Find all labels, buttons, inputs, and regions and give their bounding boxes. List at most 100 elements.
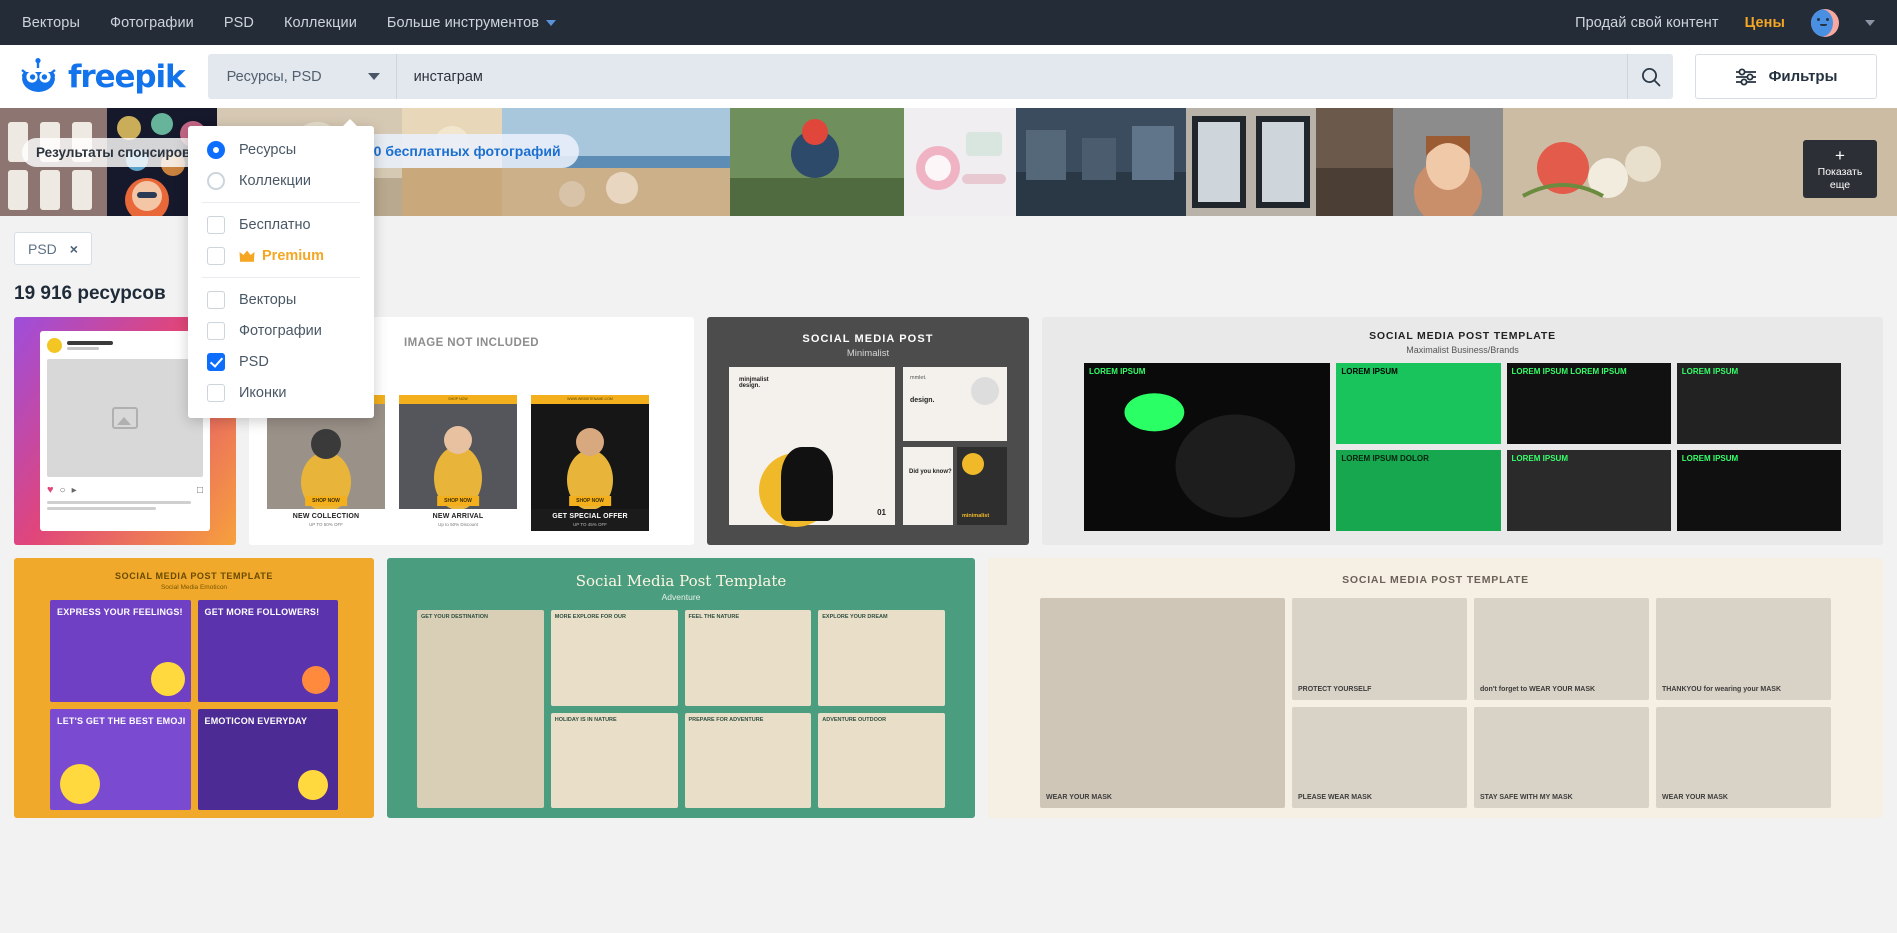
cell-label: STAY SAFE WITH MY MASK bbox=[1480, 794, 1573, 802]
chevron-down-icon bbox=[546, 19, 557, 26]
dropdown-option-premium[interactable]: Premium bbox=[188, 240, 374, 271]
card-title: SOCIAL MEDIA POST TEMPLATE bbox=[1342, 574, 1529, 586]
cell-label: don't forget to WEAR YOUR MASK bbox=[1480, 685, 1596, 693]
show-more-label-line2: еще bbox=[1829, 179, 1851, 191]
sponsored-thumb[interactable] bbox=[1503, 108, 1703, 216]
cell-label: HOLIDAY IS IN NATURE bbox=[554, 716, 617, 723]
grid-cell: THANKYOU for wearing your MASK bbox=[1656, 598, 1831, 700]
grid-cell: LOREM IPSUM DOLOR bbox=[1336, 450, 1501, 531]
nav-item-more-tools[interactable]: Больше инструментов bbox=[386, 14, 557, 31]
results-count: 19 916 ресурсов bbox=[14, 283, 166, 304]
grid-cell: LOREM IPSUM bbox=[1676, 450, 1841, 531]
sponsored-thumb[interactable] bbox=[1393, 108, 1503, 216]
grid-cell: LOREM IPSUM bbox=[1336, 363, 1501, 444]
grid-cell: EXPRESS YOUR FEELINGS! bbox=[50, 600, 191, 702]
sell-content-link[interactable]: Продай свой контент bbox=[1575, 15, 1719, 31]
dropdown-option-psd[interactable]: PSD bbox=[188, 346, 374, 377]
dropdown-option-vectors[interactable]: Векторы bbox=[188, 284, 374, 315]
plus-icon: + bbox=[1835, 145, 1845, 165]
sponsored-thumb[interactable] bbox=[904, 108, 1016, 216]
dropdown-option-label: PSD bbox=[239, 353, 269, 370]
close-icon[interactable]: × bbox=[70, 241, 78, 257]
sheet-number: 01 bbox=[877, 508, 886, 517]
cell-label: GET MORE FOLLOWERS! bbox=[204, 607, 320, 617]
cell-label: FEEL THE NATURE bbox=[688, 614, 740, 620]
nav-item-photos[interactable]: Фотографии bbox=[110, 15, 194, 31]
checkbox-icon[interactable] bbox=[207, 383, 225, 402]
item-subtitle: UP TO 50% OFF bbox=[308, 522, 343, 527]
dropdown-option-photos[interactable]: Фотографии bbox=[188, 315, 374, 346]
item-button: SHOP NOW bbox=[569, 496, 611, 506]
grid-cell: PROTECT YOURSELF bbox=[1292, 598, 1467, 700]
category-select-value: Ресурсы, PSD bbox=[226, 68, 322, 85]
nav-item-psd[interactable]: PSD bbox=[224, 15, 254, 31]
result-card-minimalist[interactable]: SOCIAL MEDIA POST Minimalist minjmalist … bbox=[707, 317, 1029, 545]
top-nav-left-links: Векторы Фотографии PSD Коллекции Больше … bbox=[22, 14, 557, 31]
item-title: GET SPECIAL OFFER bbox=[552, 513, 628, 520]
search-input[interactable] bbox=[413, 68, 1627, 85]
sponsored-thumb[interactable] bbox=[730, 108, 904, 216]
radio-icon[interactable] bbox=[207, 140, 225, 159]
checkbox-icon[interactable] bbox=[207, 246, 225, 265]
filter-chip-psd[interactable]: PSD × bbox=[14, 232, 92, 265]
search-submit-button[interactable] bbox=[1627, 54, 1673, 99]
grid-cell: WEAR YOUR MASK bbox=[1656, 706, 1831, 808]
radio-icon[interactable] bbox=[207, 171, 225, 190]
freepik-logo[interactable]: freepik bbox=[18, 57, 186, 96]
cell-label: LOREM IPSUM bbox=[1341, 367, 1398, 376]
card-title: SOCIAL MEDIA POST TEMPLATE bbox=[1369, 330, 1556, 342]
item-footer: GET SPECIAL OFFER UP TO 45% OFF bbox=[531, 509, 649, 531]
item-button: SHOP NOW bbox=[437, 496, 479, 506]
freepik-wordmark: freepik bbox=[68, 58, 186, 95]
nav-item-label: Больше инструментов bbox=[386, 14, 540, 31]
result-card-maximalist[interactable]: SOCIAL MEDIA POST TEMPLATE Maximalist Bu… bbox=[1042, 317, 1883, 545]
grid-cell: GET MORE FOLLOWERS! bbox=[197, 600, 338, 702]
nav-item-collections[interactable]: Коллекции bbox=[284, 15, 357, 31]
filters-button[interactable]: Фильтры bbox=[1695, 54, 1877, 99]
dropdown-option-icons[interactable]: Иконки bbox=[188, 377, 374, 408]
mockup-header bbox=[47, 338, 203, 353]
sheet-label-2: design. bbox=[739, 383, 761, 389]
grid-cell: HOLIDAY IS IN NATURE bbox=[550, 712, 678, 808]
search-category-dropdown: Ресурсы Коллекции Бесплатно Premium Вект… bbox=[188, 119, 374, 418]
dropdown-option-free[interactable]: Бесплатно bbox=[188, 209, 374, 240]
grid-cell: PREPARE FOR ADVENTURE bbox=[684, 712, 812, 808]
sponsored-thumb[interactable] bbox=[1186, 108, 1316, 216]
card-title: Social Media Post Template bbox=[575, 572, 787, 590]
result-card-adventure[interactable]: Social Media Post Template Adventure GET… bbox=[387, 558, 975, 818]
show-more-button[interactable]: + Показать еще bbox=[1803, 140, 1877, 198]
show-more-label-line1: Показать bbox=[1817, 165, 1863, 178]
cell-label: LOREM IPSUM bbox=[1511, 454, 1568, 463]
search-input-container bbox=[395, 54, 1627, 99]
checkbox-icon[interactable] bbox=[207, 352, 225, 371]
card-grid: LOREM IPSUM LOREM IPSUM LOREM IPSUM LORE… bbox=[1084, 363, 1841, 531]
divider bbox=[202, 202, 360, 203]
divider bbox=[202, 277, 360, 278]
cell-label: MORE EXPLORE FOR OUR bbox=[554, 614, 626, 620]
dropdown-option-resources[interactable]: Ресурсы bbox=[188, 134, 374, 165]
pricing-link[interactable]: Цены bbox=[1745, 15, 1785, 31]
category-select[interactable]: Ресурсы, PSD bbox=[207, 54, 396, 99]
dropdown-option-collections[interactable]: Коллекции bbox=[188, 165, 374, 196]
checkbox-icon[interactable] bbox=[207, 290, 225, 309]
result-card-mask[interactable]: SOCIAL MEDIA POST TEMPLATE WEAR YOUR MAS… bbox=[988, 558, 1883, 818]
avatar[interactable] bbox=[1811, 8, 1839, 37]
checkbox-icon[interactable] bbox=[207, 215, 225, 234]
sponsored-thumb[interactable] bbox=[1316, 108, 1393, 216]
nav-item-label: Коллекции bbox=[283, 14, 357, 31]
result-card-emoticon[interactable]: SOCIAL MEDIA POST TEMPLATE Social Media … bbox=[14, 558, 374, 818]
checkbox-icon[interactable] bbox=[207, 321, 225, 340]
account-chevron-down-icon[interactable] bbox=[1865, 19, 1875, 26]
item-footer: NEW ARRIVAL Up to 50% Discount bbox=[399, 509, 517, 531]
cell-label: GET YOUR DESTINATION bbox=[421, 614, 489, 620]
cell-label: LOREM IPSUM bbox=[1681, 367, 1739, 376]
cell-label: PLEASE WEAR MASK bbox=[1298, 794, 1372, 802]
grid-cell: LOREM IPSUM LOREM IPSUM bbox=[1506, 363, 1671, 444]
grid-cell: don't forget to WEAR YOUR MASK bbox=[1474, 598, 1649, 700]
sponsored-thumb[interactable] bbox=[1016, 108, 1186, 216]
nav-item-vectors[interactable]: Векторы bbox=[22, 15, 80, 31]
cell-label: EMOTICON EVERYDAY bbox=[204, 715, 308, 726]
grid-cell: LET'S GET THE BEST EMOJI bbox=[50, 708, 191, 810]
item-title: NEW COLLECTION bbox=[292, 513, 360, 520]
grid-cell: EXPLORE YOUR DREAM bbox=[818, 610, 945, 706]
